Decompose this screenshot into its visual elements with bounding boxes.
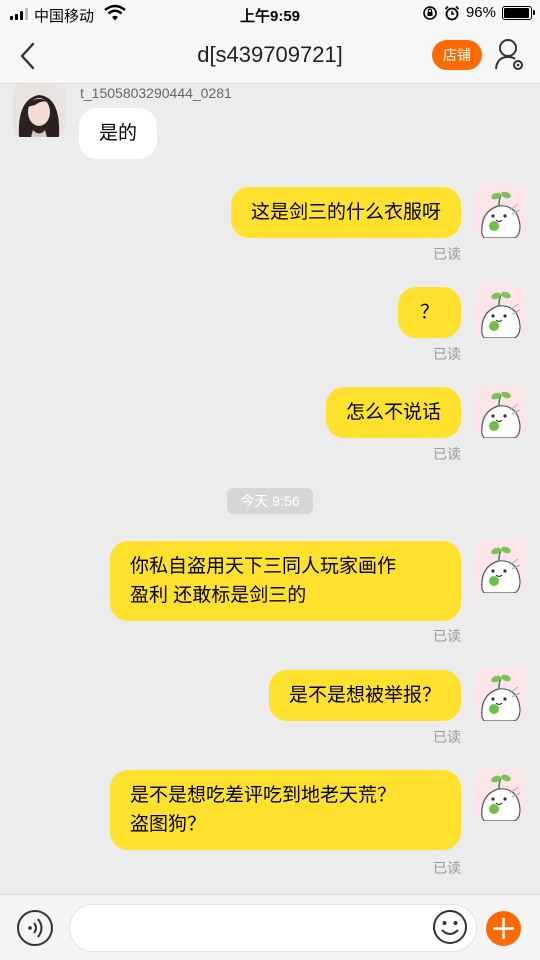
- user-avatar[interactable]: [474, 186, 526, 238]
- battery-icon: [502, 5, 535, 20]
- message-line: 是不是想吃差评吃到地老天荒？: [130, 785, 397, 806]
- message-line: 盈利 还敢标是剑三的: [130, 585, 307, 606]
- voice-icon[interactable]: [17, 910, 53, 946]
- message-bubble-outgoing[interactable]: ？: [397, 287, 461, 338]
- message-bubble-outgoing[interactable]: 是不是想吃差评吃到地老天荒？ 盗图狗？: [110, 770, 461, 850]
- message-bubble-outgoing[interactable]: 你私自盗用天下三同人玩家画作 盈利 还敢标是剑三的: [110, 541, 461, 621]
- user-avatar[interactable]: [474, 541, 526, 593]
- read-receipt: 已读: [433, 246, 461, 262]
- read-receipt: 已读: [433, 860, 461, 876]
- message-line: 你私自盗用天下三同人玩家画作: [130, 556, 397, 577]
- user-avatar[interactable]: [474, 769, 526, 821]
- message-line: 盗图狗？: [130, 814, 207, 835]
- read-receipt: 已读: [433, 628, 461, 644]
- message-bubble-outgoing[interactable]: 这是剑三的什么衣服呀: [230, 187, 461, 238]
- lock-rotation-icon: [423, 5, 437, 20]
- message-bubble-outgoing[interactable]: 是不是想被举报？: [268, 670, 461, 721]
- message-bubble-outgoing[interactable]: 怎么不说话: [325, 387, 461, 438]
- plus-icon[interactable]: [486, 911, 521, 946]
- user-avatar[interactable]: [474, 386, 526, 438]
- read-receipt: 已读: [433, 446, 461, 462]
- input-bar: [0, 894, 540, 960]
- nav-bar: d[s439709721] 店铺: [0, 28, 540, 84]
- alarm-icon: [444, 5, 460, 20]
- battery-percent: 96%: [465, 4, 496, 21]
- message-bubble-incoming[interactable]: 是的: [79, 108, 158, 159]
- status-bar: 中国移动 上午9:59 96%: [0, 0, 540, 28]
- chat-area[interactable]: t_1505803290444_0281 是的 这是剑三的什么衣服呀 已读 ？ …: [0, 85, 540, 894]
- contact-avatar[interactable]: [13, 85, 65, 137]
- user-avatar[interactable]: [474, 669, 526, 721]
- emoji-icon[interactable]: [432, 909, 468, 945]
- user-avatar[interactable]: [474, 286, 526, 338]
- read-receipt: 已读: [433, 346, 461, 362]
- sender-name: t_1505803290444_0281: [80, 85, 232, 101]
- battery-fill: [504, 7, 529, 18]
- time-divider: 今天 9:56: [227, 488, 313, 514]
- read-receipt: 已读: [433, 729, 461, 745]
- profile-settings-icon[interactable]: [494, 38, 526, 72]
- shop-button[interactable]: 店铺: [432, 40, 482, 70]
- message-input[interactable]: [69, 904, 477, 952]
